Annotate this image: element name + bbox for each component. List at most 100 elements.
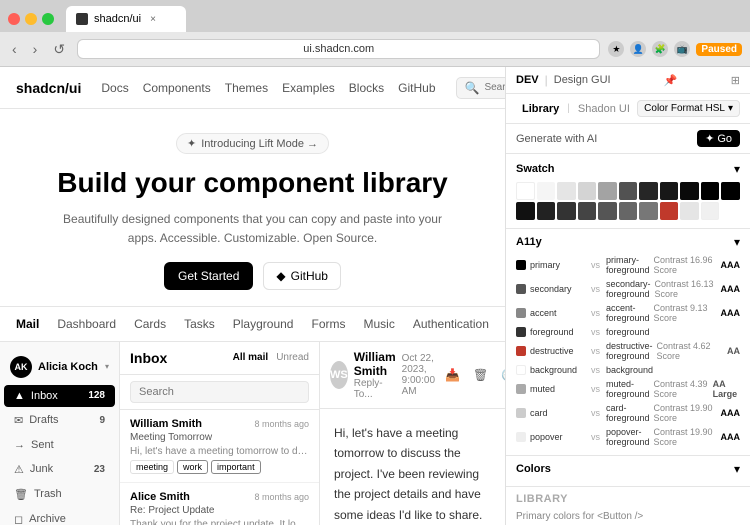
swatch-cell[interactable] [578, 182, 597, 200]
design-tab-shadcn-ui[interactable]: Shadon UI [572, 101, 636, 117]
swatch-cell[interactable] [680, 202, 699, 220]
design-tab-library[interactable]: Library [516, 101, 565, 117]
card-swatch [516, 408, 526, 418]
get-started-button[interactable]: Get Started [164, 262, 253, 290]
back-button[interactable]: ‹ [8, 39, 21, 59]
email-nav-drafts[interactable]: ✉ Drafts 9 [4, 409, 115, 432]
secondary-swatch [516, 284, 526, 294]
clock-action-button[interactable]: 🕐 [497, 366, 505, 384]
nav-item-forms[interactable]: Forms [311, 315, 345, 333]
url-bar[interactable]: ui.shadcn.com [77, 39, 600, 59]
email-nav-sent[interactable]: → Sent [4, 434, 115, 456]
secondary-fg: secondary-foreground [606, 279, 651, 299]
nav-item-music[interactable]: Music [363, 315, 394, 333]
nav-item-cards[interactable]: Cards [134, 315, 166, 333]
email-sidebar: AK Alicia Koch ▾ ▲ Inbox 128 ✉ Drafts 9 … [0, 342, 120, 525]
chevron-down-icon: ▾ [728, 103, 733, 114]
swatch-cell[interactable] [516, 182, 535, 200]
card-name: card [530, 408, 585, 418]
contrast-row-secondary: secondary vs secondary-foreground Contra… [516, 277, 740, 301]
swatch-cell[interactable] [639, 202, 658, 220]
unread-tab[interactable]: Unread [276, 352, 309, 363]
swatch-cell[interactable] [598, 182, 617, 200]
swatch-cell[interactable] [619, 202, 638, 220]
active-tab[interactable]: shadcn/ui × [66, 6, 186, 32]
nav-item-dashboard[interactable]: Dashboard [57, 315, 116, 333]
tag-important: important [211, 460, 261, 474]
chevron-down-icon: ▾ [105, 362, 109, 371]
swatch-cell[interactable] [578, 202, 597, 220]
swatch-cell[interactable] [660, 182, 679, 200]
nav-item-authentication[interactable]: Authentication [413, 315, 489, 333]
swatch-cell[interactable] [537, 182, 556, 200]
swatch-cell[interactable] [557, 182, 576, 200]
close-button[interactable] [8, 13, 20, 25]
search-bar[interactable]: 🔍 ⌘K [456, 77, 506, 99]
list-item[interactable]: William Smith 8 months ago Meeting Tomor… [120, 410, 319, 483]
primary-fg: primary-foreground [606, 255, 650, 275]
swatch-cell[interactable] [680, 182, 699, 200]
junk-badge: 23 [94, 464, 105, 475]
colors-header: Colors ▾ [516, 462, 740, 476]
archive-action-button[interactable]: 📥 [441, 366, 464, 384]
nav-examples[interactable]: Examples [282, 81, 335, 95]
delete-action-button[interactable]: 🗑 [469, 366, 492, 384]
email-from: Alice Smith [130, 491, 190, 503]
user-name: Alicia Koch [38, 361, 98, 373]
email-nav-junk[interactable]: ⚠ Junk 23 [4, 458, 115, 481]
archive-label: Archive [29, 513, 66, 525]
nav-docs[interactable]: Docs [101, 81, 128, 95]
nav-item-mail[interactable]: Mail [16, 315, 39, 333]
nav-github[interactable]: GitHub [398, 81, 435, 95]
swatch-cell[interactable] [516, 202, 535, 220]
design-tabs: Library | Shadon UI Color Format HSL ▾ [506, 94, 750, 124]
inbox-badge: 128 [88, 390, 105, 401]
tab-close-button[interactable]: × [147, 13, 159, 25]
search-icon: 🔍 [465, 81, 480, 95]
list-item[interactable]: Alice Smith 8 months ago Re: Project Upd… [120, 483, 319, 525]
email-nav-archive[interactable]: ◻ Archive [4, 508, 115, 525]
accent-swatch [516, 308, 526, 318]
email-nav-inbox[interactable]: ▲ Inbox 128 [4, 385, 115, 407]
archive-icon: ◻ [14, 513, 23, 525]
nav-item-playground[interactable]: Playground [233, 315, 294, 333]
color-format-selector[interactable]: Color Format HSL ▾ [637, 100, 740, 117]
panel-pin-button[interactable]: 📌 [664, 74, 678, 87]
swatch-cell[interactable] [557, 202, 576, 220]
swatch-cell[interactable] [701, 182, 720, 200]
cast-icon[interactable]: 📺 [674, 41, 690, 57]
swatch-label: Swatch [516, 163, 555, 175]
swatch-cell[interactable] [660, 202, 679, 220]
nav-components[interactable]: Components [143, 81, 211, 95]
swatch-cell[interactable] [619, 182, 638, 200]
all-mail-tab[interactable]: All mail [233, 352, 269, 363]
reload-button[interactable]: ↺ [49, 39, 69, 60]
profile-icon[interactable]: 👤 [630, 41, 646, 57]
trash-label: Trash [34, 488, 62, 500]
email-search-input[interactable] [130, 381, 309, 403]
destructive-swatch [516, 346, 526, 356]
maximize-button[interactable] [42, 13, 54, 25]
minimize-button[interactable] [25, 13, 37, 25]
extensions-icon[interactable]: 🧩 [652, 41, 668, 57]
swatch-cell[interactable] [598, 202, 617, 220]
nav-blocks[interactable]: Blocks [349, 81, 384, 95]
nav-item-tasks[interactable]: Tasks [184, 315, 215, 333]
swatch-cell[interactable] [537, 202, 556, 220]
swatch-cell[interactable] [639, 182, 658, 200]
go-button[interactable]: ✦ Go [697, 130, 740, 147]
lift-mode-banner[interactable]: ✦ Introducing Lift Mode → [176, 133, 329, 154]
swatch-cell[interactable] [701, 202, 720, 220]
github-button[interactable]: ◆ GitHub [263, 262, 341, 290]
panel-grid-button[interactable]: ⊞ [731, 74, 740, 87]
generate-label: Generate with AI [516, 133, 597, 145]
drafts-icon: ✉ [14, 414, 23, 427]
address-bar: ‹ › ↺ ui.shadcn.com ★ 👤 🧩 📺 Paused [0, 32, 750, 66]
email-nav-trash[interactable]: 🗑 Trash [4, 483, 115, 506]
nav-themes[interactable]: Themes [225, 81, 268, 95]
library-section: LIBRARY Primary colors for <Button /> pr… [506, 487, 750, 525]
search-input[interactable] [484, 82, 505, 93]
forward-button[interactable]: › [29, 39, 42, 59]
swatch-cell[interactable] [721, 182, 740, 200]
bookmark-icon[interactable]: ★ [608, 41, 624, 57]
